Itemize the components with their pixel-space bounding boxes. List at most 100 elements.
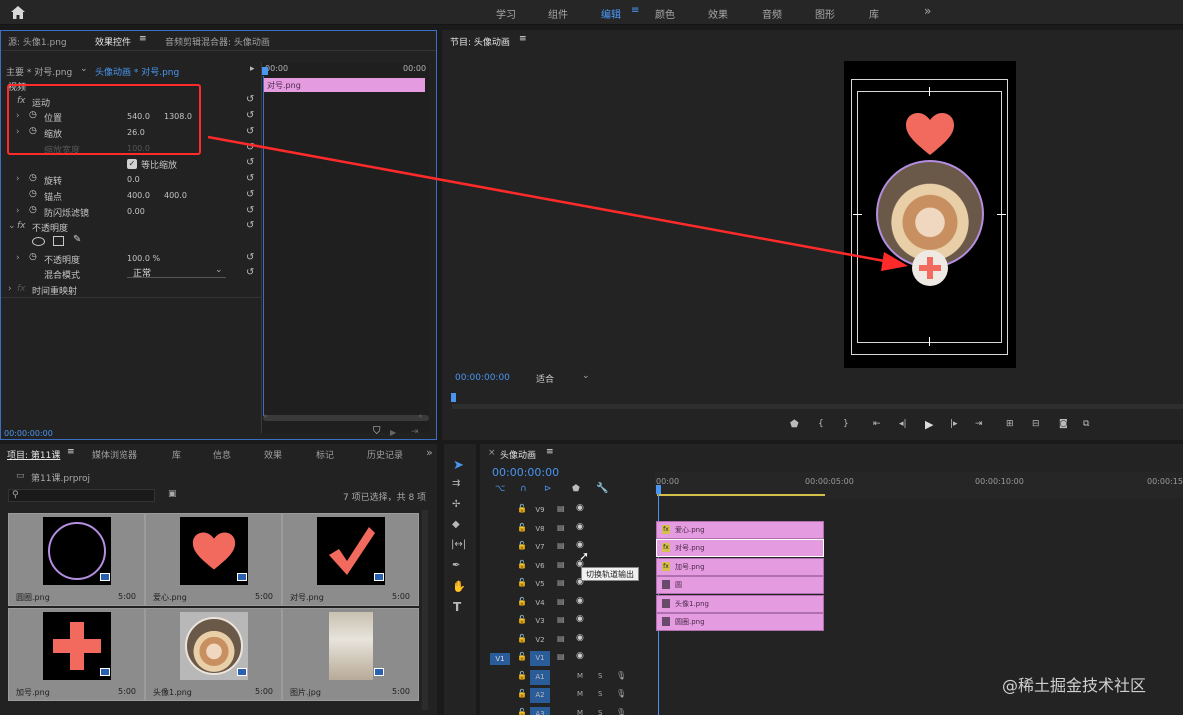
track-header[interactable]: 🔓 V3 ▤ ◉ bbox=[480, 613, 655, 632]
mark-in-icon[interactable]: { bbox=[818, 419, 824, 429]
time-remap-label[interactable]: 时间重映射 bbox=[32, 284, 77, 298]
anchor-y-value[interactable]: 400.0 bbox=[164, 191, 187, 205]
reset-icon[interactable]: ↺ bbox=[246, 126, 254, 137]
fx-icon[interactable]: fx bbox=[17, 221, 26, 235]
camera-icon[interactable]: ◙ bbox=[1059, 419, 1068, 429]
slip-tool-icon[interactable]: |↔| bbox=[451, 539, 466, 550]
work-area-bar[interactable] bbox=[657, 494, 825, 496]
pen-mask-icon[interactable]: ✎ bbox=[73, 234, 81, 245]
stopwatch-icon[interactable]: ◷ bbox=[29, 252, 37, 266]
track-header[interactable]: 🔓 V7 ▤ ◉ bbox=[480, 539, 655, 558]
more-workspaces-icon[interactable]: » bbox=[924, 4, 931, 18]
timeline-title[interactable]: 头像动画 bbox=[500, 448, 536, 461]
timeline-clip[interactable]: 圆圈.png bbox=[656, 613, 824, 631]
timeline-clip[interactable]: 圆 bbox=[656, 576, 824, 594]
timeline-timecode[interactable]: 00:00:00:00 bbox=[492, 466, 559, 479]
home-icon[interactable] bbox=[11, 6, 25, 19]
timeline-clip[interactable]: fx 爱心.png bbox=[656, 521, 824, 539]
menu-icon[interactable]: ≡ bbox=[631, 5, 639, 16]
stopwatch-icon[interactable]: ◷ bbox=[29, 173, 37, 187]
snap-magnet-icon[interactable]: ∩ bbox=[520, 484, 527, 494]
reset-icon[interactable]: ↺ bbox=[246, 252, 254, 263]
project-item-thumbnail[interactable]: 对号.png 5:00 bbox=[282, 513, 419, 606]
play-icon[interactable]: ▶ bbox=[925, 418, 933, 431]
reset-icon[interactable]: ↺ bbox=[246, 142, 254, 153]
track-header[interactable]: 🔓 V2 ▤ ◉ bbox=[480, 632, 655, 651]
track-header[interactable]: 🔓 A1 M S 🎙 bbox=[480, 669, 655, 688]
expand-icon[interactable]: › bbox=[16, 253, 20, 267]
pen-tool-icon[interactable]: ✒ bbox=[452, 560, 460, 571]
project-item-thumbnail[interactable]: 头像1.png 5:00 bbox=[145, 608, 282, 701]
ellipse-mask-icon[interactable] bbox=[32, 237, 45, 246]
reset-icon[interactable]: ↺ bbox=[246, 157, 254, 168]
workspace-audio[interactable]: 音频 bbox=[762, 6, 782, 21]
play-only-icon[interactable]: ▸ bbox=[250, 64, 255, 74]
track-header[interactable]: 🔓 V4 ▤ ◉ bbox=[480, 595, 655, 614]
wrench-icon[interactable]: 🔧 bbox=[596, 483, 608, 494]
filter-icon[interactable]: ⛉ bbox=[373, 426, 381, 437]
hand-tool-icon[interactable]: ✋ bbox=[452, 580, 466, 593]
uniform-scale-checkbox[interactable]: ✓ bbox=[127, 159, 137, 169]
timeline-playhead[interactable] bbox=[656, 485, 661, 494]
program-playhead[interactable] bbox=[451, 393, 456, 402]
reset-icon[interactable]: ↺ bbox=[246, 189, 254, 200]
mark-out-icon[interactable]: } bbox=[843, 419, 849, 429]
reset-icon[interactable]: ↺ bbox=[246, 173, 254, 184]
tab-effect-controls[interactable]: 效果控件 bbox=[95, 35, 131, 48]
project-item-thumbnail[interactable]: 圆圈.png 5:00 bbox=[8, 513, 145, 606]
panel-menu-icon[interactable]: ≡ bbox=[546, 447, 554, 457]
workspace-learn[interactable]: 学习 bbox=[496, 6, 516, 21]
rectangle-mask-icon[interactable] bbox=[53, 236, 64, 246]
panel-menu-icon[interactable]: ≡ bbox=[519, 34, 527, 44]
step-back-icon[interactable]: ◂| bbox=[899, 419, 907, 429]
tab-project[interactable]: 项目: 第11课 bbox=[7, 448, 60, 461]
track-header[interactable]: V1 🔓 V1 ▤ ◉ bbox=[480, 650, 655, 669]
anti-flicker-value[interactable]: 0.00 bbox=[127, 207, 145, 221]
workspace-assembly[interactable]: 组件 bbox=[548, 6, 568, 21]
reset-icon[interactable]: ↺ bbox=[246, 205, 254, 216]
project-item-thumbnail[interactable]: 加号.png 5:00 bbox=[8, 608, 145, 701]
playhead[interactable] bbox=[262, 67, 268, 75]
reset-icon[interactable]: ↺ bbox=[246, 110, 254, 121]
type-tool-icon[interactable]: T bbox=[453, 600, 461, 614]
track-select-icon[interactable]: ⇉ bbox=[452, 478, 460, 489]
program-monitor-title[interactable]: 节目: 头像动画 bbox=[450, 35, 510, 48]
rotation-value[interactable]: 0.0 bbox=[127, 175, 140, 189]
zoom-scrollbar[interactable] bbox=[263, 415, 429, 421]
workspace-graphics[interactable]: 图形 bbox=[815, 6, 835, 21]
reset-icon[interactable]: ↺ bbox=[246, 220, 254, 231]
add-marker-icon[interactable]: ⬟ bbox=[790, 419, 799, 430]
tab-markers[interactable]: 标记 bbox=[316, 448, 334, 461]
workspace-library[interactable]: 库 bbox=[869, 6, 879, 21]
track-header[interactable]: 🔓 A3 M S 🎙 bbox=[480, 706, 655, 715]
tab-media-browser[interactable]: 媒体浏览器 bbox=[92, 448, 137, 461]
linked-selection-icon[interactable]: ⊳ bbox=[544, 484, 552, 494]
reset-icon[interactable]: ↺ bbox=[246, 94, 254, 105]
timeline-clip[interactable]: 头像1.png bbox=[656, 595, 824, 613]
insert-icon[interactable]: ⊞ bbox=[1006, 419, 1014, 429]
opacity-section-label[interactable]: 不透明度 bbox=[32, 221, 68, 235]
track-header[interactable]: 🔓 A2 M S 🎙 bbox=[480, 687, 655, 706]
ripple-edit-icon[interactable]: ✢ bbox=[452, 499, 460, 510]
expand-icon[interactable]: › bbox=[16, 174, 20, 188]
step-forward-icon[interactable]: |▸ bbox=[950, 419, 958, 429]
program-timecode[interactable]: 00:00:00:00 bbox=[455, 373, 510, 383]
stopwatch-icon[interactable]: ◷ bbox=[29, 205, 37, 219]
chevron-down-icon[interactable]: ⌄ bbox=[80, 64, 88, 74]
master-clip-label[interactable]: 主要 * 对号.png bbox=[6, 65, 72, 78]
fit-select[interactable]: 适合 ⌄ bbox=[534, 370, 594, 385]
tab-library[interactable]: 库 bbox=[172, 448, 181, 461]
project-scrollbar[interactable] bbox=[422, 510, 428, 710]
comparison-view-icon[interactable]: ⧉ bbox=[1083, 419, 1089, 429]
track-header[interactable]: 🔓 V8 ▤ ◉ bbox=[480, 521, 655, 540]
new-bin-icon[interactable]: ▣ bbox=[168, 489, 177, 499]
close-icon[interactable]: × bbox=[488, 448, 496, 458]
fx-icon[interactable]: fx bbox=[17, 284, 26, 298]
go-to-in-icon[interactable]: ⇤ bbox=[873, 419, 881, 429]
go-to-out-icon[interactable]: ⇥ bbox=[975, 419, 983, 429]
workspace-effects[interactable]: 效果 bbox=[708, 6, 728, 21]
tab-effects[interactable]: 效果 bbox=[264, 448, 282, 461]
program-scrub-bar[interactable] bbox=[452, 404, 1183, 409]
more-tabs-icon[interactable]: » bbox=[426, 446, 433, 459]
nest-icon[interactable]: ⌥ bbox=[495, 484, 505, 494]
